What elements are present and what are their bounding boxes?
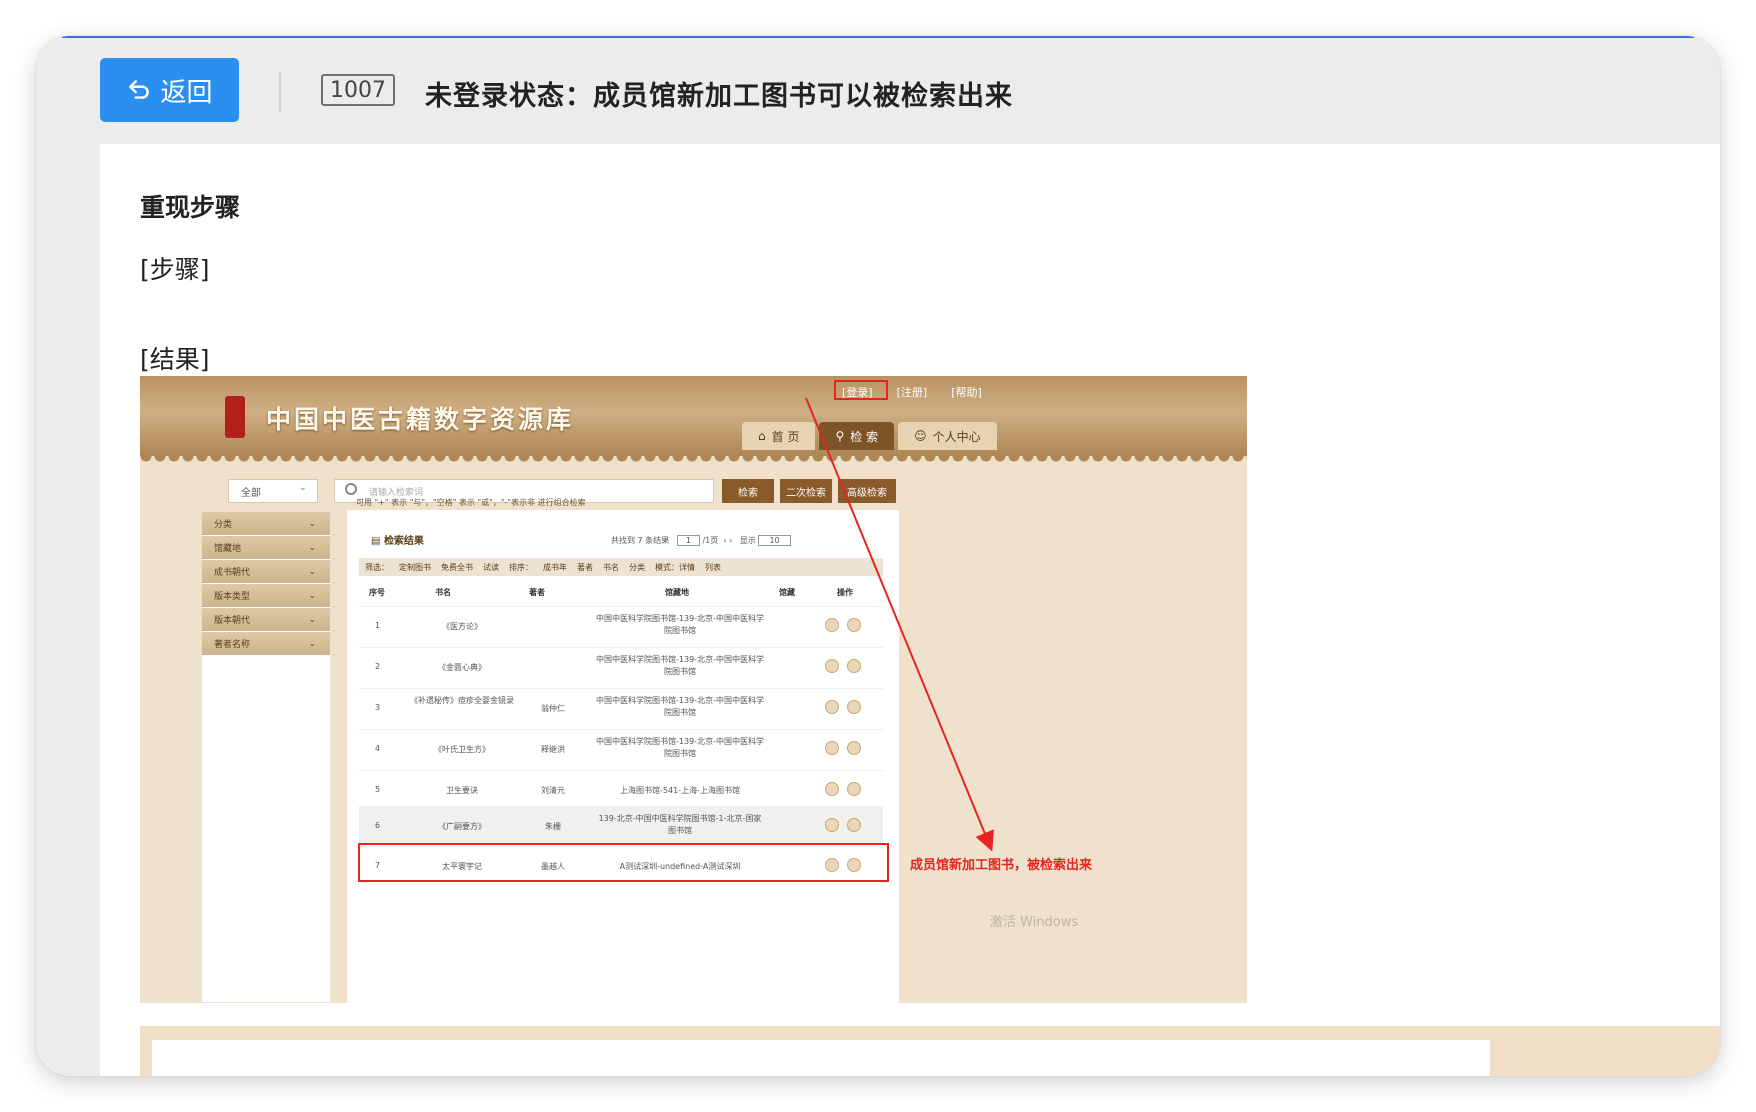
back-button-label: 返回	[160, 77, 213, 108]
back-button[interactable]: 返回	[100, 58, 239, 122]
return-arrow-icon	[129, 80, 150, 99]
steps-label: [步骤]	[140, 255, 210, 284]
issue-title: 未登录状态：成员馆新加工图书可以被检索出来	[425, 81, 1013, 112]
section-heading: 重现步骤	[140, 193, 241, 222]
result-label: [结果]	[140, 345, 210, 374]
annotation-text: 成员馆新加工图书，被检索出来	[910, 858, 1093, 873]
result-screenshot: 中国中医古籍数字资源库 [登录] [注册] [帮助] ⌂ 首 页 ⚲ 检 索 ☺ 个人…	[140, 376, 1247, 1003]
top-accent-line	[62, 36, 1694, 38]
header-divider	[279, 72, 281, 112]
next-screenshot-preview	[140, 1026, 1720, 1076]
issue-id-badge: 1007	[321, 74, 395, 106]
app-window: 返回 1007 未登录状态：成员馆新加工图书可以被检索出来 重现步骤 [步骤] …	[36, 36, 1720, 1076]
issue-content: 重现步骤 [步骤] [结果] 中国中医古籍数字资源库 [登录] [注册] [帮助…	[100, 144, 1720, 1076]
annotation-arrow	[805, 397, 994, 852]
windows-watermark: 激活 Windows	[990, 915, 1079, 930]
